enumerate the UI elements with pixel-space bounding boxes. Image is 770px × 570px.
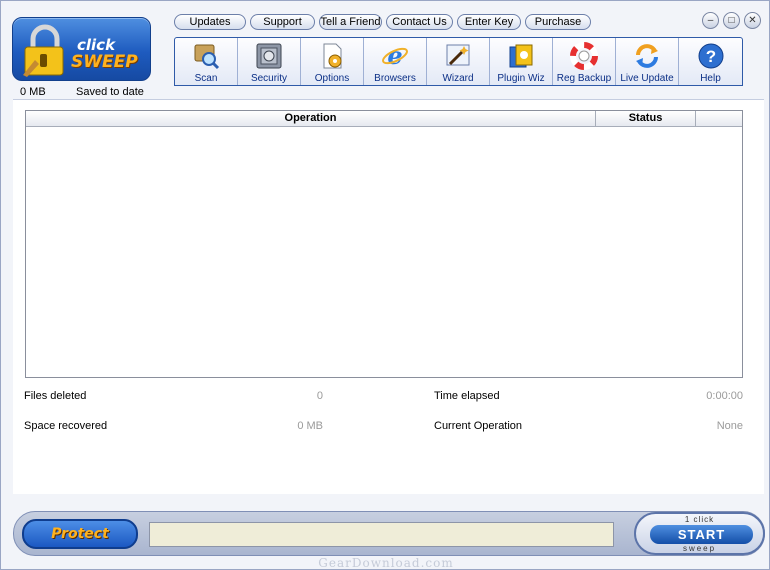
lifebuoy-icon [570,42,598,70]
main-toolbar: Scan Security Options e Browsers Wizard … [174,37,743,86]
watermark: GearDownload.com [318,556,454,570]
operations-list[interactable]: Operation Status [25,110,743,378]
browser-e-icon: e [382,42,408,70]
plugin-icon [509,44,533,68]
live-update-button[interactable]: Live Update [616,38,679,85]
maximize-button[interactable]: □ [723,12,740,29]
current-operation-value: None [716,420,743,432]
padlock-icon [23,24,64,77]
scan-label: Scan [194,73,218,84]
wizard-button[interactable]: Wizard [427,38,490,85]
files-deleted-value: 0 [316,390,323,402]
saved-amount: 0 MB [20,86,46,98]
reg-backup-button[interactable]: Reg Backup [553,38,616,85]
minimize-button[interactable]: – [702,12,719,29]
operation-column-header[interactable]: Operation [26,111,596,127]
enter-key-link[interactable]: Enter Key [457,14,521,30]
saved-label: Saved to date [76,86,144,98]
options-icon [323,43,342,69]
reg-backup-label: Reg Backup [556,73,612,84]
scan-icon [194,44,220,70]
svg-text:e: e [387,42,402,70]
wizard-label: Wizard [442,73,474,84]
start-sweep-button[interactable]: 1 click START sweep [634,512,765,555]
browsers-label: Browsers [374,73,416,84]
close-button[interactable]: ✕ [744,12,761,29]
svg-text:?: ? [705,47,715,66]
help-label: Help [700,73,721,84]
spare-column-header [696,111,742,127]
magic-wand-icon [446,44,470,66]
purchase-link[interactable]: Purchase [525,14,591,30]
refresh-icon [636,44,658,68]
files-deleted-label: Files deleted [24,390,87,402]
security-button[interactable]: Security [238,38,301,85]
status-column-header[interactable]: Status [596,111,696,127]
time-elapsed-label: Time elapsed [434,390,500,402]
start-bottom-text: sweep [682,544,717,553]
contact-us-link[interactable]: Contact Us [386,14,453,30]
logo-word-sweep: SWEEP [71,52,138,72]
tell-a-friend-link[interactable]: Tell a Friend [319,14,382,30]
support-link[interactable]: Support [250,14,315,30]
start-top-text: 1 click [684,515,715,524]
app-window: click SWEEP 0 MB Saved to date Updates S… [0,0,770,570]
current-operation-label: Current Operation [434,420,523,432]
start-label: START [650,525,753,544]
time-elapsed-value: 0:00:00 [706,390,743,402]
options-button[interactable]: Options [301,38,364,85]
help-button[interactable]: ? Help [679,38,742,85]
browsers-button[interactable]: e Browsers [364,38,427,85]
help-icon: ? [698,43,723,69]
live-update-label: Live Update [620,73,674,84]
space-recovered-value: 0 MB [297,420,323,432]
security-label: Security [250,73,288,84]
plugin-wiz-label: Plugin Wiz [497,73,545,84]
plugin-wiz-button[interactable]: Plugin Wiz [490,38,553,85]
space-recovered-label: Space recovered [24,420,108,432]
options-label: Options [314,73,350,84]
scan-button[interactable]: Scan [175,38,238,85]
safe-icon [256,43,282,69]
protect-button[interactable]: Protect [22,519,138,549]
updates-link[interactable]: Updates [174,14,246,30]
app-logo: click SWEEP [12,17,151,81]
progress-bar [149,522,614,547]
